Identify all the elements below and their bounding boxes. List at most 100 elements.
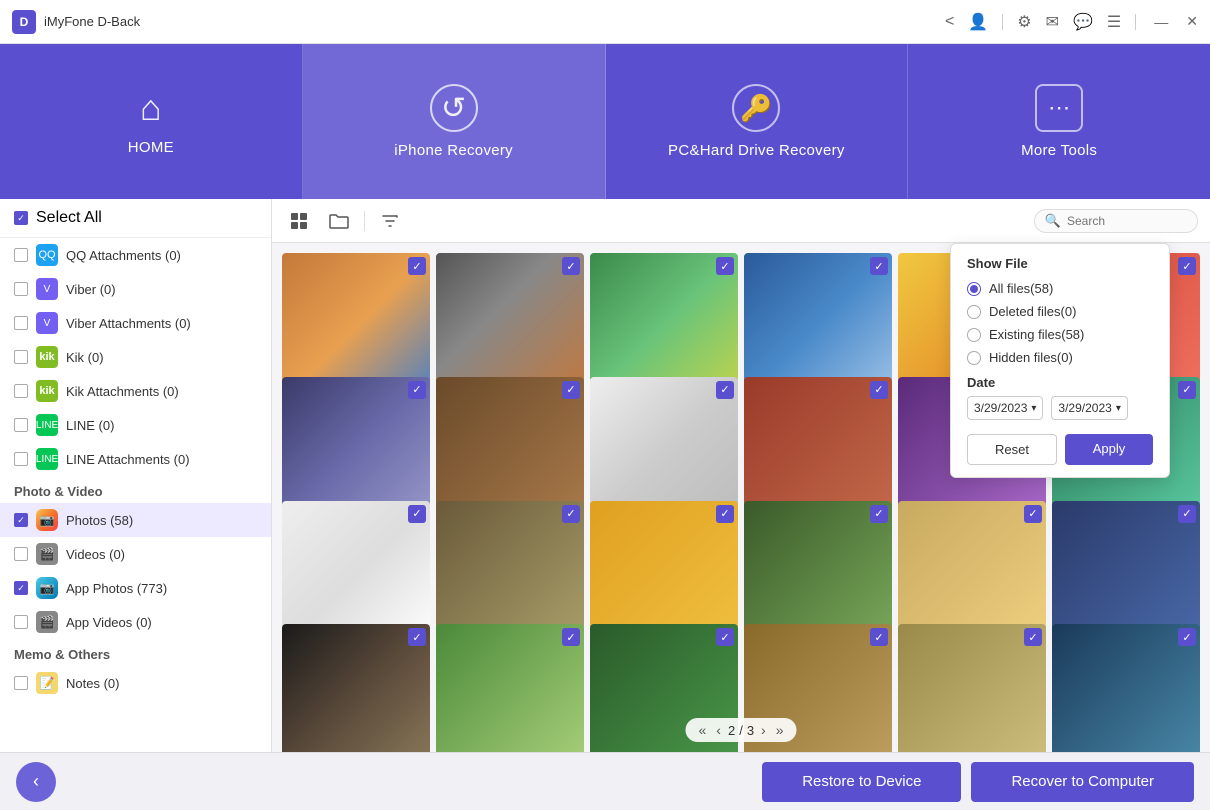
image-checkbox[interactable]: ✓: [408, 505, 426, 523]
settings-icon[interactable]: ⚙: [1017, 12, 1031, 32]
sidebar-item-kik[interactable]: kik Kik (0): [0, 340, 271, 374]
next-page-button[interactable]: ›: [758, 722, 769, 738]
image-checkbox[interactable]: ✓: [408, 257, 426, 275]
image-checkbox[interactable]: ✓: [870, 381, 888, 399]
kik-checkbox[interactable]: [14, 350, 28, 364]
back-icon: ‹: [33, 771, 39, 792]
folder-view-button[interactable]: [324, 206, 354, 236]
image-checkbox[interactable]: ✓: [562, 257, 580, 275]
image-checkbox[interactable]: ✓: [1178, 381, 1196, 399]
image-checkbox[interactable]: ✓: [716, 381, 734, 399]
share-icon[interactable]: <: [945, 13, 954, 31]
account-icon[interactable]: 👤: [968, 12, 988, 32]
first-page-button[interactable]: «: [695, 722, 709, 738]
sidebar: ✓ Select All QQ QQ Attachments (0) V Vib…: [0, 199, 272, 752]
photos-checkbox[interactable]: ✓: [14, 513, 28, 527]
hidden-files-radio[interactable]: [967, 351, 981, 365]
sidebar-item-line-attachments[interactable]: LINE LINE Attachments (0): [0, 442, 271, 476]
app-videos-checkbox[interactable]: [14, 615, 28, 629]
menu-icon[interactable]: ☰: [1107, 12, 1121, 32]
filter-existing-files[interactable]: Existing files(58): [967, 327, 1153, 342]
nav-more-tools[interactable]: ⋯ More Tools: [908, 44, 1210, 199]
app-videos-label: App Videos (0): [66, 615, 152, 630]
nav-pc-recovery-label: PC&Hard Drive Recovery: [668, 142, 845, 159]
grid-view-button[interactable]: [284, 206, 314, 236]
image-checkbox[interactable]: ✓: [1178, 257, 1196, 275]
date-from-select[interactable]: 3/29/2023 ▾: [967, 396, 1043, 420]
prev-page-button[interactable]: ‹: [713, 722, 724, 738]
nav-pc-recovery[interactable]: 🔑 PC&Hard Drive Recovery: [606, 44, 909, 199]
image-checkbox[interactable]: ✓: [870, 505, 888, 523]
sidebar-item-notes[interactable]: 📝 Notes (0): [0, 666, 271, 700]
image-checkbox[interactable]: ✓: [408, 628, 426, 646]
image-cell[interactable]: ✓: [436, 624, 584, 752]
qq-attachments-checkbox[interactable]: [14, 248, 28, 262]
more-tools-icon: ⋯: [1035, 84, 1083, 132]
search-box: 🔍: [1034, 209, 1198, 233]
app-photos-label: App Photos (773): [66, 581, 167, 596]
image-checkbox[interactable]: ✓: [716, 257, 734, 275]
image-checkbox[interactable]: ✓: [870, 628, 888, 646]
restore-to-device-button[interactable]: Restore to Device: [762, 762, 961, 802]
reset-button[interactable]: Reset: [967, 434, 1057, 465]
image-checkbox[interactable]: ✓: [716, 505, 734, 523]
page-total: 3: [747, 723, 754, 738]
all-files-radio[interactable]: [967, 282, 981, 296]
image-cell[interactable]: ✓: [1052, 624, 1200, 752]
app-photos-icon: 📷: [36, 577, 58, 599]
deleted-files-radio[interactable]: [967, 305, 981, 319]
image-checkbox[interactable]: ✓: [1178, 628, 1196, 646]
sidebar-item-videos[interactable]: 🎬 Videos (0): [0, 537, 271, 571]
image-checkbox[interactable]: ✓: [716, 628, 734, 646]
filter-deleted-files[interactable]: Deleted files(0): [967, 304, 1153, 319]
image-checkbox[interactable]: ✓: [562, 505, 580, 523]
nav-home[interactable]: ⌂ HOME: [0, 44, 303, 199]
line-attachments-checkbox[interactable]: [14, 452, 28, 466]
image-cell[interactable]: ✓: [898, 624, 1046, 752]
select-all-row[interactable]: ✓ Select All: [0, 199, 271, 238]
close-button[interactable]: ✕: [1186, 13, 1198, 30]
date-to-select[interactable]: 3/29/2023 ▾: [1051, 396, 1127, 420]
recover-to-computer-button[interactable]: Recover to Computer: [971, 762, 1194, 802]
existing-files-radio[interactable]: [967, 328, 981, 342]
search-input[interactable]: [1067, 214, 1187, 228]
apply-button[interactable]: Apply: [1065, 434, 1153, 465]
sidebar-item-app-photos[interactable]: ✓ 📷 App Photos (773): [0, 571, 271, 605]
filter-all-files[interactable]: All files(58): [967, 281, 1153, 296]
image-checkbox[interactable]: ✓: [1024, 505, 1042, 523]
image-checkbox[interactable]: ✓: [408, 381, 426, 399]
image-checkbox[interactable]: ✓: [1024, 628, 1042, 646]
minimize-button[interactable]: —: [1154, 14, 1168, 30]
select-all-checkbox[interactable]: ✓: [14, 211, 28, 225]
sidebar-item-line[interactable]: LINE LINE (0): [0, 408, 271, 442]
sidebar-item-viber[interactable]: V Viber (0): [0, 272, 271, 306]
line-checkbox[interactable]: [14, 418, 28, 432]
sidebar-item-kik-attachments[interactable]: kik Kik Attachments (0): [0, 374, 271, 408]
content-toolbar: 🔍: [272, 199, 1210, 243]
last-page-button[interactable]: »: [773, 722, 787, 738]
sidebar-item-photos[interactable]: ✓ 📷 Photos (58): [0, 503, 271, 537]
image-checkbox[interactable]: ✓: [1178, 505, 1196, 523]
filter-button[interactable]: [375, 206, 405, 236]
viber-checkbox[interactable]: [14, 282, 28, 296]
kik-attachments-checkbox[interactable]: [14, 384, 28, 398]
filter-hidden-files[interactable]: Hidden files(0): [967, 350, 1153, 365]
viber-attachments-checkbox[interactable]: [14, 316, 28, 330]
back-button[interactable]: ‹: [16, 762, 56, 802]
image-cell[interactable]: ✓: [282, 624, 430, 752]
chat-icon[interactable]: 💬: [1073, 12, 1093, 32]
hidden-files-label: Hidden files(0): [989, 350, 1073, 365]
sidebar-item-app-videos[interactable]: 🎬 App Videos (0): [0, 605, 271, 639]
image-checkbox[interactable]: ✓: [562, 628, 580, 646]
notes-checkbox[interactable]: [14, 676, 28, 690]
sidebar-item-qq-attachments[interactable]: QQ QQ Attachments (0): [0, 238, 271, 272]
app-photos-checkbox[interactable]: ✓: [14, 581, 28, 595]
nav-iphone-recovery[interactable]: ↺ iPhone Recovery: [303, 44, 606, 199]
notes-label: Notes (0): [66, 676, 119, 691]
videos-checkbox[interactable]: [14, 547, 28, 561]
image-checkbox[interactable]: ✓: [562, 381, 580, 399]
mail-icon[interactable]: ✉: [1046, 12, 1059, 32]
image-checkbox[interactable]: ✓: [870, 257, 888, 275]
videos-label: Videos (0): [66, 547, 125, 562]
sidebar-item-viber-attachments[interactable]: V Viber Attachments (0): [0, 306, 271, 340]
